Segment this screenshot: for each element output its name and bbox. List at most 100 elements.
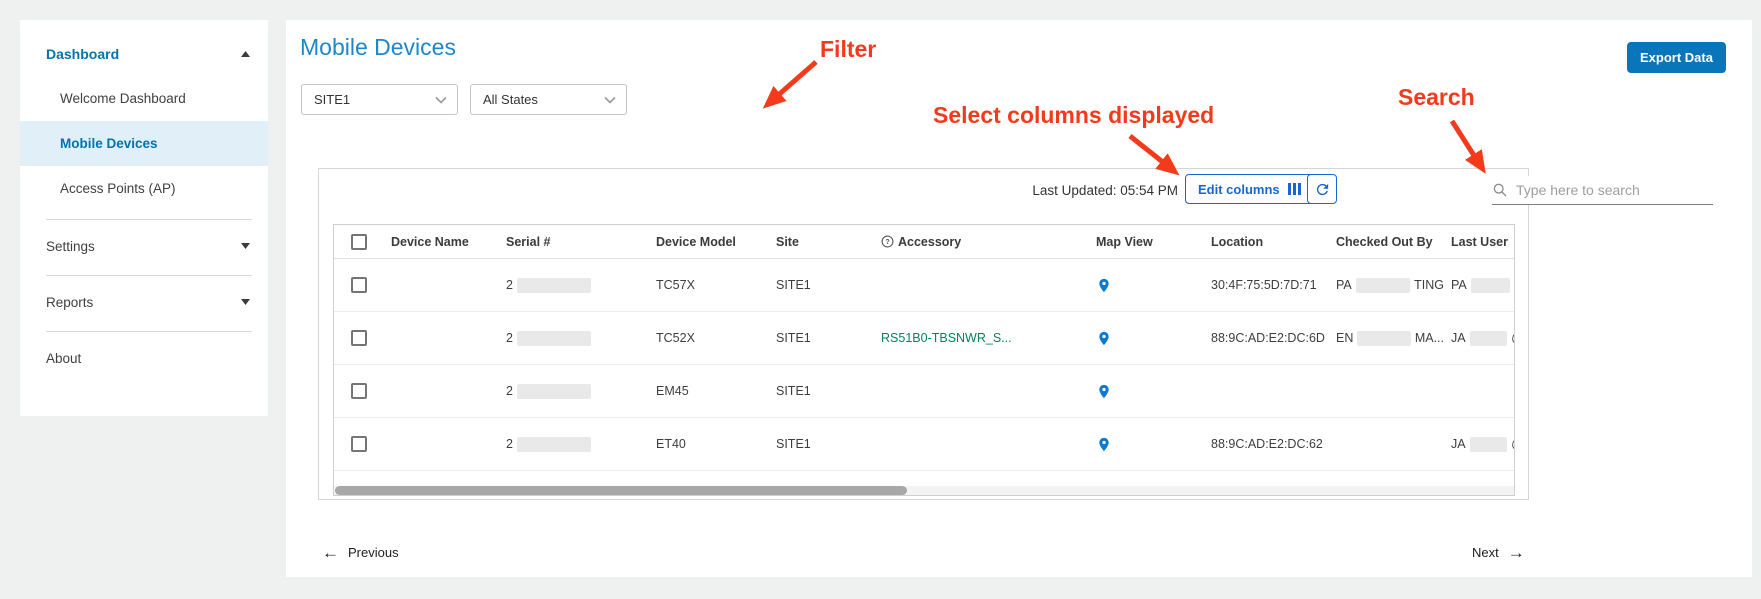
accessory-link[interactable]: RS51B0-TBSNWR_S... bbox=[881, 331, 1012, 345]
previous-label: Previous bbox=[348, 545, 399, 560]
column-header[interactable]: Checked Out By bbox=[1329, 235, 1444, 249]
sidebar-item-label: Mobile Devices bbox=[60, 136, 158, 151]
cell-site: SITE1 bbox=[769, 384, 874, 398]
cell-map-view bbox=[1089, 381, 1204, 402]
cell-site: SITE1 bbox=[769, 331, 874, 345]
sidebar-item-welcome-dashboard[interactable]: Welcome Dashboard bbox=[20, 76, 268, 121]
sidebar-item-label: Access Points (AP) bbox=[60, 181, 176, 196]
table-row: 2TC52XSITE1RS51B0-TBSNWR_S...88:9C:AD:E2… bbox=[334, 312, 1514, 365]
row-checkbox[interactable] bbox=[351, 330, 367, 346]
scrollbar-thumb[interactable] bbox=[335, 486, 907, 495]
map-pin-icon[interactable] bbox=[1096, 328, 1112, 349]
refresh-icon bbox=[1314, 181, 1331, 198]
cell-serial: 2 bbox=[499, 278, 649, 293]
cell-device-model: TC52X bbox=[649, 331, 769, 345]
annotation-filter-label: Filter bbox=[820, 36, 876, 63]
table-row: 2ET40SITE188:9C:AD:E2:DC:62JA@ bbox=[334, 418, 1514, 471]
column-header[interactable]: Location bbox=[1204, 235, 1329, 249]
cell-location: 88:9C:AD:E2:DC:62 bbox=[1204, 437, 1329, 451]
cell-last-user: JA@ bbox=[1444, 437, 1515, 452]
site-filter-value: SITE1 bbox=[314, 92, 350, 107]
table-row: 2TC57XSITE1 30:4F:75:5D:7D:71PATINGPAG bbox=[334, 259, 1514, 312]
redacted-text bbox=[517, 278, 591, 293]
help-icon: ? bbox=[881, 235, 894, 248]
edit-columns-label: Edit columns bbox=[1198, 182, 1280, 197]
search-icon bbox=[1492, 182, 1508, 198]
map-pin-icon[interactable] bbox=[1096, 434, 1112, 455]
sidebar-item-label: Dashboard bbox=[46, 46, 119, 62]
sidebar-item-settings[interactable]: Settings bbox=[20, 220, 268, 272]
redacted-text bbox=[517, 384, 591, 399]
table-header-row: Device NameSerial #Device ModelSite?Acce… bbox=[334, 225, 1514, 259]
column-header[interactable]: Map View bbox=[1089, 235, 1204, 249]
state-filter-value: All States bbox=[483, 92, 538, 107]
table-row: 2EM45SITE1 bbox=[334, 365, 1514, 418]
horizontal-scrollbar[interactable] bbox=[334, 486, 1514, 495]
previous-page-button[interactable]: ← Previous bbox=[322, 544, 399, 561]
cell-device-model: EM45 bbox=[649, 384, 769, 398]
sidebar-item-label: Welcome Dashboard bbox=[60, 91, 186, 106]
arrow-right-icon: → bbox=[1508, 544, 1525, 561]
cell-map-view bbox=[1089, 328, 1204, 349]
cell-last-user: PAG bbox=[1444, 278, 1515, 293]
cell-site: SITE1 bbox=[769, 278, 874, 292]
redacted-text bbox=[1470, 437, 1508, 452]
redacted-text bbox=[1471, 278, 1511, 293]
cell-last-user: JA@ bbox=[1444, 331, 1515, 346]
cell-serial: 2 bbox=[499, 384, 649, 399]
cell-serial: 2 bbox=[499, 331, 649, 346]
refresh-button[interactable] bbox=[1307, 174, 1337, 204]
cell-map-view bbox=[1089, 275, 1204, 296]
column-header[interactable]: Last User bbox=[1444, 235, 1515, 249]
search-input[interactable] bbox=[1516, 182, 1701, 198]
redacted-text bbox=[1470, 331, 1508, 346]
edit-columns-button[interactable]: Edit columns bbox=[1185, 174, 1314, 204]
sidebar-item-reports[interactable]: Reports bbox=[20, 276, 268, 328]
chevron-down-icon bbox=[435, 96, 447, 104]
page: Dashboard Welcome Dashboard Mobile Devic… bbox=[0, 0, 1761, 599]
map-pin-icon[interactable] bbox=[1096, 381, 1112, 402]
columns-icon bbox=[1288, 183, 1301, 195]
state-filter-dropdown[interactable]: All States bbox=[470, 84, 627, 115]
cell-map-view bbox=[1089, 434, 1204, 455]
chevron-down-icon bbox=[241, 299, 250, 305]
sidebar-item-mobile-devices[interactable]: Mobile Devices bbox=[20, 121, 268, 166]
cell-device-model: ET40 bbox=[649, 437, 769, 451]
sidebar: Dashboard Welcome Dashboard Mobile Devic… bbox=[20, 20, 268, 416]
sidebar-item-dashboard[interactable]: Dashboard bbox=[20, 32, 268, 76]
svg-text:?: ? bbox=[885, 239, 889, 246]
site-filter-dropdown[interactable]: SITE1 bbox=[301, 84, 458, 115]
row-checkbox[interactable] bbox=[351, 436, 367, 452]
next-label: Next bbox=[1472, 545, 1499, 560]
select-all-checkbox[interactable] bbox=[351, 234, 367, 250]
devices-table: Device NameSerial #Device ModelSite?Acce… bbox=[333, 224, 1515, 496]
redacted-text bbox=[517, 437, 591, 452]
row-checkbox[interactable] bbox=[351, 277, 367, 293]
column-header[interactable]: Device Model bbox=[649, 235, 769, 249]
cell-checked-out-by: ENMA... bbox=[1329, 331, 1444, 346]
arrow-left-icon: ← bbox=[322, 544, 339, 561]
cell-checked-out-by: PATING bbox=[1329, 278, 1444, 293]
sidebar-item-access-points[interactable]: Access Points (AP) bbox=[20, 166, 268, 211]
chevron-up-icon bbox=[241, 51, 250, 57]
sidebar-item-label: Reports bbox=[46, 295, 93, 310]
row-checkbox[interactable] bbox=[351, 383, 367, 399]
column-header[interactable]: ?Accessory bbox=[874, 235, 1089, 249]
sidebar-item-label: About bbox=[46, 351, 81, 366]
cell-location: 30:4F:75:5D:7D:71 bbox=[1204, 278, 1329, 292]
cell-site: SITE1 bbox=[769, 437, 874, 451]
sidebar-item-about[interactable]: About bbox=[20, 332, 268, 384]
cell-accessory: RS51B0-TBSNWR_S... bbox=[874, 331, 1089, 345]
column-header[interactable]: Device Name bbox=[384, 235, 499, 249]
last-updated-text: Last Updated: 05:54 PM bbox=[1000, 183, 1178, 198]
column-header[interactable]: Serial # bbox=[499, 235, 649, 249]
export-data-button[interactable]: Export Data bbox=[1627, 42, 1726, 73]
redacted-text bbox=[1356, 278, 1410, 293]
chevron-down-icon bbox=[604, 96, 616, 104]
next-page-button[interactable]: Next → bbox=[1472, 544, 1525, 561]
cell-device-model: TC57X bbox=[649, 278, 769, 292]
column-header[interactable]: Site bbox=[769, 235, 874, 249]
redacted-text bbox=[517, 331, 591, 346]
search-field[interactable] bbox=[1492, 176, 1713, 205]
map-pin-icon[interactable] bbox=[1096, 275, 1112, 296]
